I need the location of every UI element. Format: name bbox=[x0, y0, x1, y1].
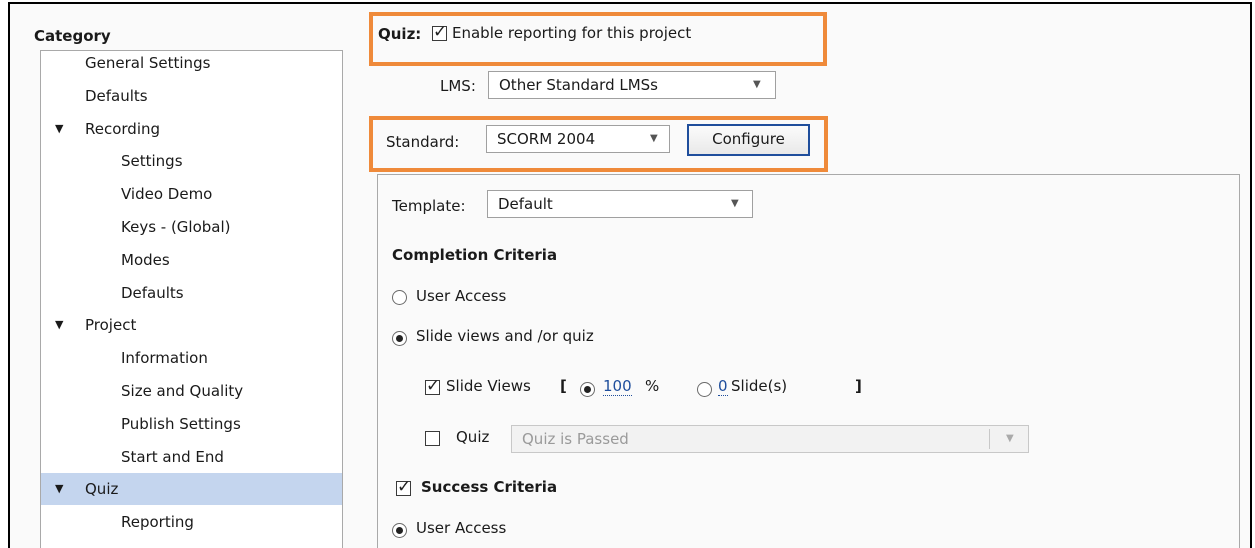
category-item-label: Modes bbox=[121, 250, 170, 269]
category-tree: General Settings Defaults ▼ Recording Settin… bbox=[40, 50, 343, 548]
category-item-label: Project bbox=[85, 316, 137, 335]
slide-views-quiz-radio[interactable] bbox=[392, 331, 407, 346]
standard-select[interactable]: SCORM 2004 ▼ bbox=[486, 125, 670, 153]
category-item-label: Defaults bbox=[121, 283, 184, 302]
category-item-label: Size and Quality bbox=[121, 382, 244, 400]
slide-views-count-value[interactable]: 0 bbox=[718, 377, 728, 396]
category-item-label: Keys - (Global) bbox=[121, 218, 231, 236]
standard-label: Standard: bbox=[386, 133, 460, 151]
bracket-open: [ bbox=[560, 377, 567, 395]
category-item-label: Settings bbox=[121, 152, 183, 171]
expand-triangle-icon[interactable]: ▼ bbox=[55, 473, 63, 505]
category-item[interactable]: Modes bbox=[41, 244, 342, 276]
select-separator bbox=[989, 429, 990, 449]
category-item[interactable]: Video Demo bbox=[41, 178, 342, 210]
category-item-label: Reporting bbox=[121, 513, 194, 532]
chevron-down-icon: ▼ bbox=[731, 198, 739, 209]
category-item[interactable]: ▼ Recording bbox=[41, 113, 342, 145]
category-item[interactable]: Defaults bbox=[41, 277, 342, 309]
standard-select-value: SCORM 2004 bbox=[497, 130, 596, 148]
quiz-label: Quiz: bbox=[378, 25, 422, 43]
expand-triangle-icon[interactable]: ▼ bbox=[55, 309, 63, 341]
category-item[interactable]: Keys - (Global) bbox=[41, 211, 342, 243]
lms-select-value: Other Standard LMSs bbox=[499, 76, 659, 94]
lms-select[interactable]: Other Standard LMSs ▼ bbox=[488, 71, 776, 99]
category-item-label: Video Demo bbox=[121, 185, 213, 204]
category-item[interactable]: ▼ Project bbox=[41, 309, 342, 341]
slide-views-percent-value[interactable]: 100 bbox=[603, 377, 632, 396]
bracket-close: ] bbox=[855, 377, 862, 395]
slide-views-label[interactable]: Slide Views bbox=[446, 377, 531, 395]
success-criteria-heading[interactable]: Success Criteria bbox=[421, 478, 557, 496]
completion-user-access-label[interactable]: User Access bbox=[416, 287, 506, 305]
category-item-label: Information bbox=[121, 349, 208, 368]
slide-views-count-radio[interactable] bbox=[697, 382, 712, 397]
category-item[interactable]: General Settings bbox=[41, 51, 342, 79]
category-item[interactable]: Reporting bbox=[41, 506, 342, 538]
template-select-value: Default bbox=[498, 195, 553, 213]
category-heading: Category bbox=[34, 27, 111, 45]
expand-triangle-icon[interactable]: ▼ bbox=[55, 113, 63, 145]
category-item[interactable]: Size and Quality bbox=[41, 375, 342, 407]
category-item[interactable]: Information bbox=[41, 342, 342, 374]
category-item-label: Quiz bbox=[85, 480, 119, 499]
category-item[interactable]: Start and End bbox=[41, 441, 342, 473]
category-item[interactable]: Defaults bbox=[41, 80, 342, 112]
category-item[interactable]: Settings bbox=[41, 145, 342, 177]
enable-reporting-checkbox[interactable] bbox=[432, 22, 447, 42]
template-label: Template: bbox=[392, 197, 466, 215]
slide-views-count-unit: Slide(s) bbox=[731, 377, 788, 395]
category-item-label: General Settings bbox=[85, 54, 211, 72]
category-item-label: Defaults bbox=[85, 86, 148, 105]
chevron-down-icon: ▼ bbox=[1006, 433, 1014, 444]
completion-criteria-heading: Completion Criteria bbox=[392, 246, 558, 264]
success-user-access-label[interactable]: User Access bbox=[416, 519, 506, 537]
quiz-criteria-label[interactable]: Quiz bbox=[456, 428, 489, 446]
quiz-criteria-select-value: Quiz is Passed bbox=[522, 430, 629, 448]
lms-label: LMS: bbox=[440, 77, 476, 95]
enable-reporting-label[interactable]: Enable reporting for this project bbox=[452, 24, 691, 42]
chevron-down-icon: ▼ bbox=[753, 79, 761, 90]
category-item[interactable]: ▼ Quiz bbox=[41, 473, 342, 506]
slide-views-quiz-label[interactable]: Slide views and /or quiz bbox=[416, 327, 594, 345]
configure-button[interactable]: Configure bbox=[687, 124, 810, 156]
success-criteria-checkbox[interactable] bbox=[396, 477, 411, 497]
success-user-access-radio[interactable] bbox=[392, 523, 407, 538]
slide-views-percent-radio[interactable] bbox=[580, 382, 595, 397]
quiz-criteria-select: Quiz is Passed ▼ bbox=[511, 425, 1029, 453]
category-item-label: Publish Settings bbox=[121, 414, 241, 433]
slide-views-percent-unit: % bbox=[645, 377, 660, 395]
chevron-down-icon: ▼ bbox=[650, 133, 658, 144]
quiz-criteria-checkbox[interactable] bbox=[425, 431, 440, 446]
slide-views-checkbox[interactable] bbox=[425, 376, 440, 396]
category-item[interactable]: Publish Settings bbox=[41, 408, 342, 440]
completion-user-access-radio[interactable] bbox=[392, 290, 407, 305]
template-select[interactable]: Default ▼ bbox=[487, 190, 753, 218]
category-item-label: Start and End bbox=[121, 447, 224, 466]
category-item-label: Recording bbox=[85, 119, 161, 138]
